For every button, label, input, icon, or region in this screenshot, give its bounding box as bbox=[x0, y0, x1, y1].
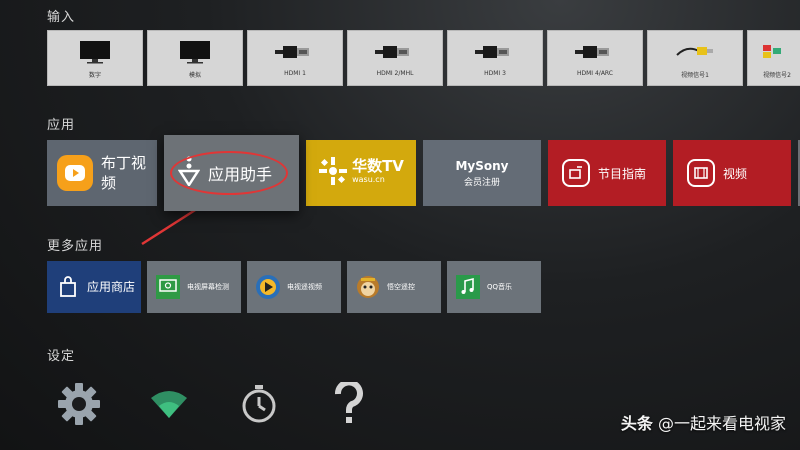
input-tile-video1[interactable]: 视频信号1 bbox=[647, 30, 743, 86]
program-guide-icon bbox=[562, 159, 590, 187]
more-app-name: 应用商店 bbox=[87, 280, 136, 294]
input-tile-hdmi1[interactable]: HDMI 1 bbox=[247, 30, 343, 86]
play-circle-icon bbox=[255, 274, 281, 300]
wifi-icon[interactable] bbox=[145, 380, 193, 428]
app-tile-app-helper[interactable]: 应用助手 bbox=[164, 135, 299, 211]
more-app-name: QQ音乐 bbox=[487, 283, 513, 291]
app-tile-wasu-tv[interactable]: 华数TV wasu.cn bbox=[306, 140, 416, 206]
input-tile-hdmi4[interactable]: HDMI 4/ARC bbox=[547, 30, 643, 86]
highlight-ring bbox=[170, 151, 288, 195]
app-tile-video[interactable]: 视频 bbox=[673, 140, 791, 206]
app-tile-program-guide[interactable]: 节目指南 bbox=[548, 140, 666, 206]
input-label: HDMI 1 bbox=[284, 70, 306, 77]
app-tile-mysony[interactable]: MySony 会员注册 bbox=[423, 140, 541, 206]
monkey-icon bbox=[355, 274, 381, 300]
watermark-handle: @一起来看电视家 bbox=[657, 414, 786, 433]
screen-check-icon bbox=[155, 274, 181, 300]
more-app-name: 电视遥视频 bbox=[287, 283, 322, 291]
input-tile-analog[interactable]: 模拟 bbox=[147, 30, 243, 86]
input-label: HDMI 4/ARC bbox=[577, 70, 613, 77]
film-icon bbox=[687, 159, 715, 187]
tv-icon bbox=[175, 39, 215, 65]
section-label-settings: 设定 bbox=[47, 349, 76, 364]
app-tile-budding-video[interactable]: 布丁视频 bbox=[47, 140, 157, 206]
gear-icon[interactable] bbox=[55, 380, 103, 428]
hdmi-icon bbox=[475, 39, 515, 65]
watermark-brand: 头条 bbox=[620, 414, 653, 433]
more-tile-qq-music[interactable]: QQ音乐 bbox=[447, 261, 541, 313]
app-name: 视频 bbox=[723, 166, 748, 181]
input-label: 模拟 bbox=[188, 72, 201, 79]
input-label: 数字 bbox=[88, 72, 101, 79]
help-icon[interactable] bbox=[325, 380, 373, 428]
more-tile-wukong[interactable]: 悟空遥控 bbox=[347, 261, 441, 313]
more-tile-screen-check[interactable]: 电视屏幕检测 bbox=[147, 261, 241, 313]
app-subtitle: 会员注册 bbox=[463, 177, 500, 188]
hdmi-icon bbox=[575, 39, 615, 65]
input-tile-digital[interactable]: 数字 bbox=[47, 30, 143, 86]
more-tile-remote-video[interactable]: 电视遥视频 bbox=[247, 261, 341, 313]
input-tile-hdmi3[interactable]: HDMI 3 bbox=[447, 30, 543, 86]
more-app-name: 电视屏幕检测 bbox=[187, 283, 229, 291]
tv-icon bbox=[75, 39, 115, 65]
app-name: 节目指南 bbox=[598, 166, 647, 181]
settings-row bbox=[55, 380, 373, 428]
more-tile-app-store[interactable]: 应用商店 bbox=[47, 261, 141, 313]
shopping-bag-icon bbox=[55, 274, 81, 300]
rca-cable-icon bbox=[675, 39, 715, 65]
watermark: 头条 @一起来看电视家 bbox=[621, 410, 786, 434]
input-label: HDMI 2/MHL bbox=[376, 70, 414, 77]
input-label: 视频信号2 bbox=[763, 72, 791, 79]
app-name: 华数TV wasu.cn bbox=[352, 159, 404, 187]
timer-icon[interactable] bbox=[235, 380, 283, 428]
section-label-more-apps: 更多应用 bbox=[47, 239, 104, 254]
music-note-icon bbox=[455, 274, 481, 300]
section-label-apps: 应用 bbox=[47, 118, 76, 133]
hdmi-icon bbox=[275, 39, 315, 65]
hdmi-icon bbox=[375, 39, 415, 65]
rca-cable-icon bbox=[757, 39, 797, 65]
input-label: HDMI 3 bbox=[484, 70, 506, 77]
more-app-name: 悟空遥控 bbox=[387, 283, 415, 291]
more-apps-row: 应用商店 电视屏幕检测 电视遥视频 悟空遥控 QQ音乐 bbox=[47, 261, 541, 313]
app-name: MySony bbox=[455, 158, 509, 173]
input-label: 视频信号1 bbox=[681, 72, 709, 79]
wasu-subtitle: wasu.cn bbox=[352, 175, 385, 184]
inputs-row: 数字 模拟 HDMI 1 HDMI 2/MHL HDMI 3 HDMI 4/AR… bbox=[47, 30, 800, 86]
apps-row: 布丁视频 应用助手 华数TV wasu.cn MySony 会员注册 节目指南 视… bbox=[47, 135, 800, 211]
wasu-logo-icon bbox=[318, 156, 348, 190]
app-name: 布丁视频 bbox=[101, 154, 147, 192]
section-label-inputs: 输入 bbox=[47, 10, 76, 25]
input-tile-video2[interactable]: 视频信号2 bbox=[747, 30, 800, 86]
budding-video-logo-icon bbox=[57, 155, 93, 191]
input-tile-hdmi2[interactable]: HDMI 2/MHL bbox=[347, 30, 443, 86]
